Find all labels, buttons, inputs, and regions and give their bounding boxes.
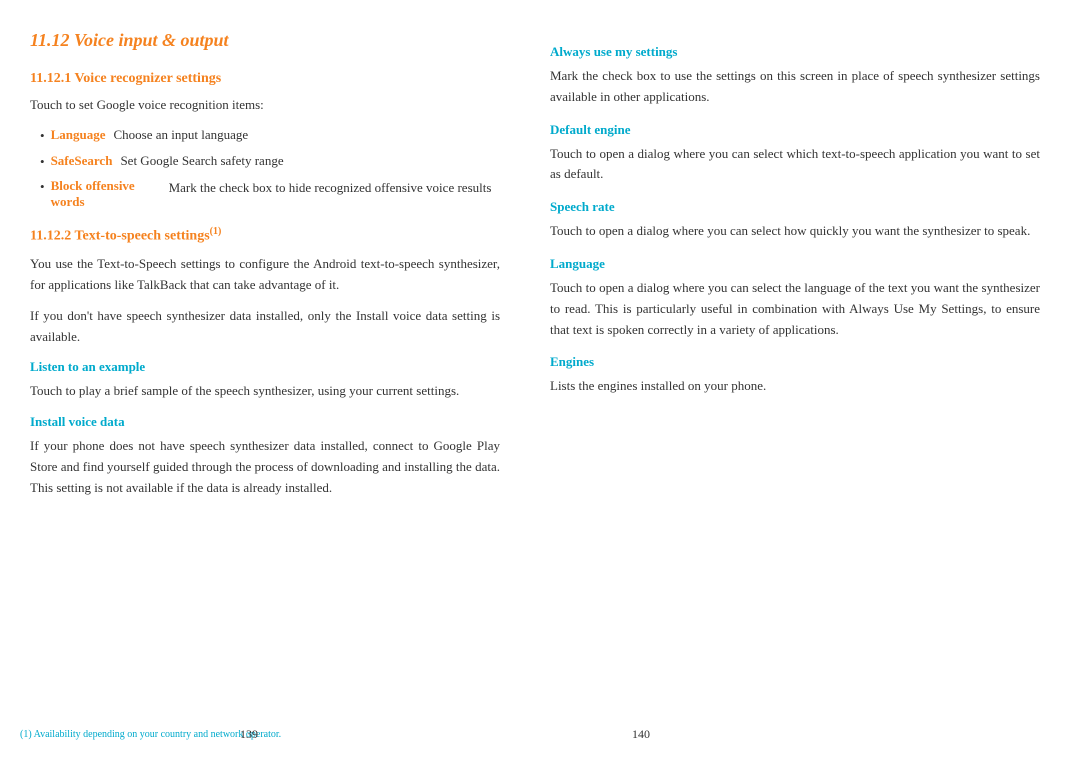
- language-label: Language: [51, 125, 106, 146]
- language-right-title: Language: [550, 256, 1040, 272]
- chapter-title: 11.12 Voice input & output: [30, 30, 500, 51]
- footnote-area: (1) Availability depending on your count…: [20, 727, 500, 742]
- right-subsections: Always use my settings Mark the check bo…: [550, 44, 1040, 397]
- list-item: • Language Choose an input language: [40, 125, 500, 146]
- listen-title: Listen to an example: [30, 359, 500, 375]
- right-column: Always use my settings Mark the check bo…: [530, 30, 1040, 747]
- offensive-text: Mark the check box to hide recognized of…: [169, 178, 492, 198]
- list-item: • Block offensive words Mark the check b…: [40, 178, 500, 210]
- page-number-right: 140: [632, 727, 650, 742]
- bullet-dot: •: [40, 126, 45, 146]
- always-use-text: Mark the check box to use the settings o…: [550, 66, 1040, 108]
- offensive-label-col: Block offensive words: [51, 178, 161, 210]
- offensive-label-line2: words: [51, 194, 161, 210]
- listen-text: Touch to play a brief sample of the spee…: [30, 381, 500, 402]
- install-text: If your phone does not have speech synth…: [30, 436, 500, 498]
- always-use-title: Always use my settings: [550, 44, 1040, 60]
- section-1122-para1: You use the Text-to-Speech settings to c…: [30, 254, 500, 296]
- default-engine-text: Touch to open a dialog where you can sel…: [550, 144, 1040, 186]
- offensive-bullet-content: Block offensive words Mark the check box…: [51, 178, 492, 210]
- bullet-list: • Language Choose an input language • Sa…: [40, 125, 500, 210]
- section-1122-title: 11.12.2 Text-to-speech settings(1): [30, 226, 500, 245]
- engines-title: Engines: [550, 354, 1040, 370]
- section-1121-intro: Touch to set Google voice recognition it…: [30, 95, 500, 115]
- language-right-text: Touch to open a dialog where you can sel…: [550, 278, 1040, 340]
- engines-text: Lists the engines installed on your phon…: [550, 376, 1040, 397]
- language-text: Choose an input language: [113, 125, 248, 146]
- section-1122-para2: If you don't have speech synthesizer dat…: [30, 306, 500, 348]
- install-title: Install voice data: [30, 414, 500, 430]
- page-number-left: 139: [240, 727, 258, 742]
- bullet-dot: •: [40, 152, 45, 172]
- section-1121-title: 11.12.1 Voice recognizer settings: [30, 71, 500, 87]
- footnote-text: (1) Availability depending on your count…: [20, 727, 500, 742]
- speech-rate-title: Speech rate: [550, 199, 1040, 215]
- safesearch-label: SafeSearch: [51, 151, 113, 172]
- left-column: 11.12 Voice input & output 11.12.1 Voice…: [20, 30, 530, 747]
- safesearch-text: Set Google Search safety range: [120, 151, 283, 172]
- bullet-dot: •: [40, 179, 45, 195]
- section-1122: 11.12.2 Text-to-speech settings(1) You u…: [30, 226, 500, 499]
- speech-rate-text: Touch to open a dialog where you can sel…: [550, 221, 1040, 242]
- default-engine-title: Default engine: [550, 122, 1040, 138]
- offensive-label-line1: Block offensive: [51, 178, 161, 194]
- list-item: • SafeSearch Set Google Search safety ra…: [40, 151, 500, 172]
